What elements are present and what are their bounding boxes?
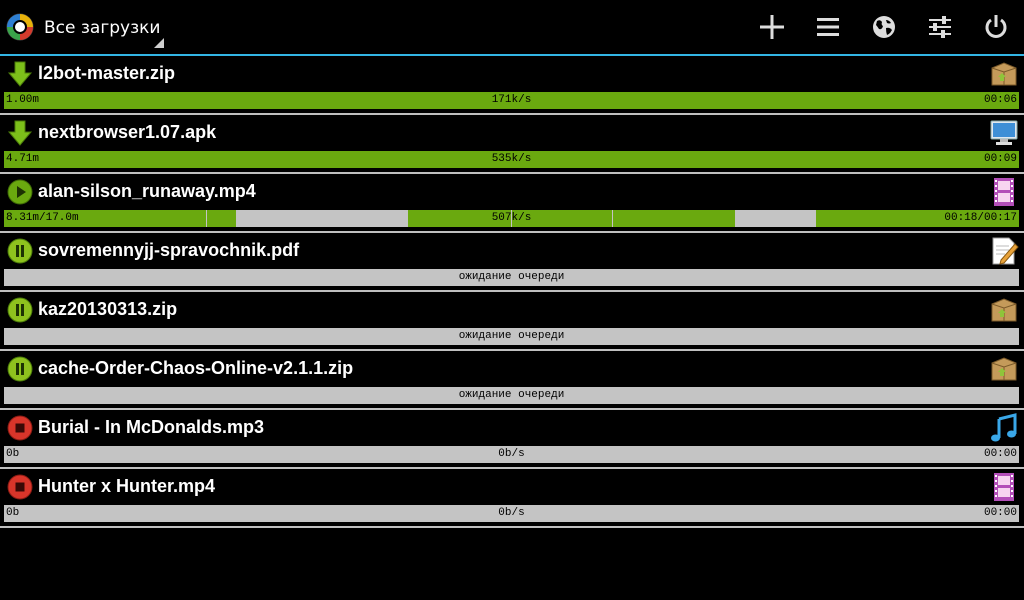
progress-center-text: ожидание очереди xyxy=(458,330,565,342)
list-icon xyxy=(817,18,839,36)
progress-bar: 0b 0b/s 00:00 xyxy=(4,446,1019,463)
pause-icon[interactable] xyxy=(7,238,33,264)
stop-icon[interactable] xyxy=(7,474,33,500)
archive-icon xyxy=(989,354,1019,384)
film-icon xyxy=(989,177,1019,207)
download-list: l2bot-master.zip 1.00m 171k/s 00:06 next… xyxy=(0,56,1024,528)
power-icon xyxy=(985,15,1007,38)
exit-button[interactable] xyxy=(968,0,1024,54)
computer-monitor-icon xyxy=(989,118,1019,148)
file-name: nextbrowser1.07.apk xyxy=(38,122,217,142)
progress-right-text: 00:09 xyxy=(983,153,1017,165)
settings-button[interactable] xyxy=(912,0,968,54)
progress-center-text: 171k/s xyxy=(491,94,532,106)
file-name: cache-Order-Chaos-Online-v2.1.1.zip xyxy=(38,358,354,378)
download-item-5[interactable]: kaz20130313.zip ожидание очереди xyxy=(0,292,1024,351)
pause-icon[interactable] xyxy=(7,356,33,382)
filter-spinner[interactable]: Все загрузки xyxy=(36,0,164,54)
progress-bar: 0b 0b/s 00:00 xyxy=(4,505,1019,522)
play-icon[interactable] xyxy=(7,179,33,205)
download-item-3[interactable]: alan-silson_runaway.mp4 8.31m/17.0m 507k… xyxy=(0,174,1024,233)
download-item-1[interactable]: l2bot-master.zip 1.00m 171k/s 00:06 xyxy=(0,56,1024,115)
progress-bar: ожидание очереди xyxy=(4,328,1019,345)
plus-icon xyxy=(760,15,784,39)
file-name: Hunter x Hunter.mp4 xyxy=(38,476,216,496)
progress-right-text: 00:00 xyxy=(983,507,1017,519)
progress-center-text: 0b/s xyxy=(498,448,525,460)
progress-bar: ожидание очереди xyxy=(4,387,1019,404)
sliders-icon xyxy=(929,16,951,38)
add-download-button[interactable] xyxy=(744,0,800,54)
music-note-icon xyxy=(989,413,1019,443)
globe-icon xyxy=(873,16,895,38)
download-item-2[interactable]: nextbrowser1.07.apk 4.71m 535k/s 00:09 xyxy=(0,115,1024,174)
download-arrow-icon[interactable] xyxy=(7,120,33,146)
download-item-4[interactable]: sovremennyjj-spravochnik.pdf ожидание оч… xyxy=(0,233,1024,292)
file-name: alan-silson_runaway.mp4 xyxy=(38,181,256,201)
item-separator xyxy=(0,526,1024,528)
progress-center-text: 0b/s xyxy=(498,507,525,519)
progress-right-text: 00:00 xyxy=(983,448,1017,460)
archive-icon xyxy=(989,59,1019,89)
progress-bar: 4.71m 535k/s 00:09 xyxy=(4,151,1019,168)
download-arrow-icon[interactable] xyxy=(7,61,33,87)
action-bar: Все загрузки xyxy=(0,0,1024,56)
progress-right-text: 00:06 xyxy=(983,94,1017,106)
download-item-7[interactable]: Burial - In McDonalds.mp3 0b 0b/s 00:00 xyxy=(0,410,1024,469)
film-icon xyxy=(989,472,1019,502)
download-item-6[interactable]: cache-Order-Chaos-Online-v2.1.1.zip ожид… xyxy=(0,351,1024,410)
progress-center-text: ожидание очереди xyxy=(458,271,565,283)
progress-center-text: 535k/s xyxy=(491,153,532,165)
progress-center-text: ожидание очереди xyxy=(458,389,565,401)
file-name: sovremennyjj-spravochnik.pdf xyxy=(38,240,300,260)
spinner-caret-icon xyxy=(154,38,164,48)
file-name: l2bot-master.zip xyxy=(38,63,176,83)
download-item-8[interactable]: Hunter x Hunter.mp4 0b 0b/s 00:00 xyxy=(0,469,1024,528)
file-name: kaz20130313.zip xyxy=(38,299,178,319)
progress-bar: 1.00m 171k/s 00:06 xyxy=(4,92,1019,109)
archive-icon xyxy=(989,295,1019,325)
file-name: Burial - In McDonalds.mp3 xyxy=(38,417,265,437)
browser-button[interactable] xyxy=(856,0,912,54)
progress-right-text: 00:18/00:17 xyxy=(944,212,1017,224)
progress-center-text: 507k/s xyxy=(491,212,532,224)
progress-bar: 8.31m/17.0m 507k/s 00:18/00:17 xyxy=(4,210,1019,227)
pause-icon[interactable] xyxy=(7,297,33,323)
filter-spinner-label: Все загрузки xyxy=(44,18,161,38)
document-pencil-icon xyxy=(989,236,1019,266)
menu-list-button[interactable] xyxy=(800,0,856,54)
progress-bar: ожидание очереди xyxy=(4,269,1019,286)
stop-icon[interactable] xyxy=(7,415,33,441)
app-logo-icon[interactable] xyxy=(5,12,35,42)
